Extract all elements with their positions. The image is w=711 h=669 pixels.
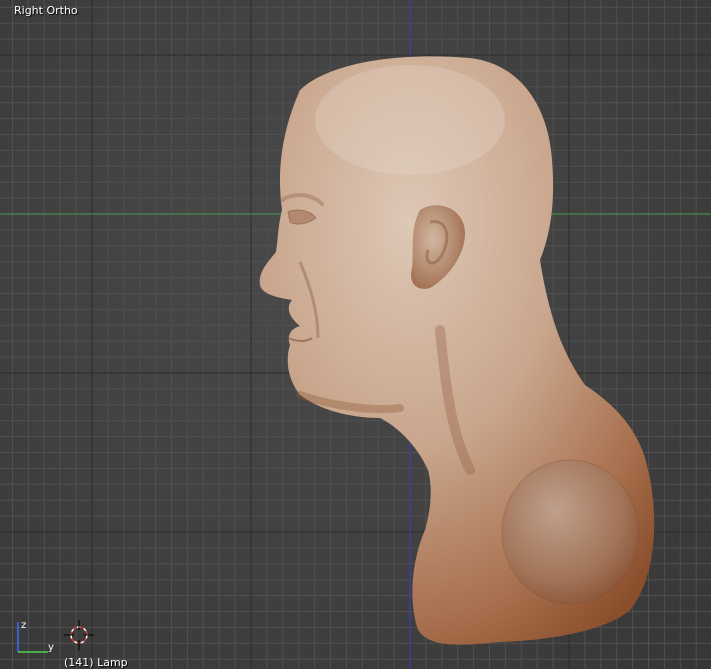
gizmo-z-label: z [21,620,26,631]
view-label: Right Ortho [14,4,78,17]
gizmo-y-label: y [48,642,54,653]
3d-viewport[interactable]: Right Ortho z y (141) Lamp [0,0,711,669]
cranium-highlight [315,65,505,175]
sculpted-head-model[interactable] [0,0,711,669]
shoulder-sphere [501,459,639,605]
axis-gizmo: z y [17,620,54,653]
3d-cursor-icon[interactable] [62,618,96,652]
active-object-label: (141) Lamp [64,656,128,669]
